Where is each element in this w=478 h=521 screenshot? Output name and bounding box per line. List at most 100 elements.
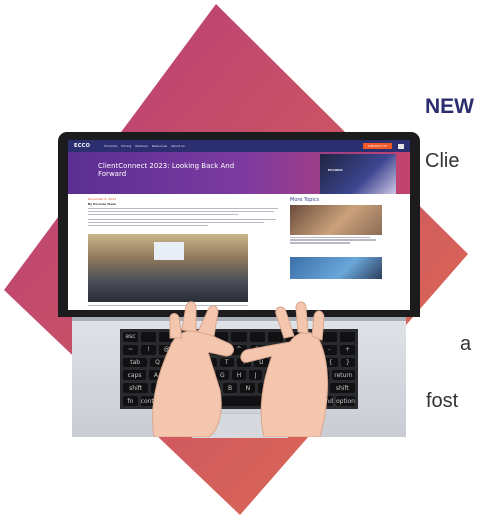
key[interactable] <box>249 332 265 342</box>
key[interactable]: & <box>249 344 265 355</box>
key[interactable]: Q <box>150 357 165 368</box>
key[interactable]: fn <box>123 396 138 406</box>
key[interactable] <box>267 332 283 342</box>
key[interactable]: J <box>248 370 263 381</box>
key[interactable]: G <box>215 370 230 381</box>
key[interactable]: return <box>331 370 355 381</box>
key[interactable]: } <box>340 357 356 368</box>
key[interactable]: M <box>258 383 274 394</box>
key[interactable]: Z <box>151 383 167 394</box>
trackpad[interactable] <box>192 413 288 438</box>
key[interactable] <box>339 332 356 342</box>
key[interactable]: shift <box>123 383 149 394</box>
key[interactable]: L <box>282 370 296 381</box>
key[interactable]: W <box>167 357 182 368</box>
laptop: ECCO Products Pricing Partners Resources… <box>58 132 420 438</box>
key[interactable]: I <box>271 357 286 368</box>
sidebar-card-image[interactable] <box>290 256 382 279</box>
key[interactable]: command <box>303 396 334 406</box>
key[interactable]: F <box>198 370 213 381</box>
sidebar-card-image[interactable] <box>290 205 382 235</box>
keyboard: esc ~ ! @ # $ % ^ & * () - + tab Q W E … <box>120 329 358 409</box>
key[interactable]: < <box>276 383 291 394</box>
key[interactable] <box>321 332 337 342</box>
key[interactable]: V <box>204 383 220 394</box>
contact-us-button[interactable]: CONTACT US <box>362 143 392 149</box>
key[interactable]: H <box>232 370 246 381</box>
nav-link-partners[interactable]: Partners <box>135 144 147 148</box>
key[interactable]: > <box>294 383 309 394</box>
key[interactable]: C <box>186 383 202 394</box>
key[interactable]: control <box>140 396 162 406</box>
key[interactable]: S <box>165 370 180 381</box>
key[interactable]: : <box>298 370 313 381</box>
key[interactable]: # <box>177 344 193 355</box>
key[interactable]: $ <box>195 344 211 355</box>
site-logo[interactable]: ECCO <box>74 143 90 149</box>
key[interactable]: + <box>339 344 356 355</box>
key[interactable]: E <box>184 357 200 368</box>
key[interactable]: ~ <box>123 344 139 355</box>
key[interactable]: D <box>182 370 196 381</box>
key[interactable]: ^ <box>231 344 247 355</box>
spacebar-key[interactable] <box>219 396 301 406</box>
nav-link-products[interactable]: Products <box>104 144 117 148</box>
keyboard-row: caps A S D F G H J K L : " return <box>123 370 355 381</box>
article-title: ClientConnect 2023: Looking Back And For… <box>98 162 235 178</box>
conference-photo <box>88 234 248 302</box>
key[interactable]: @ <box>159 344 175 355</box>
nav-link-about[interactable]: About Us <box>171 144 185 148</box>
key[interactable]: ? <box>311 383 327 394</box>
key[interactable] <box>231 332 247 342</box>
key[interactable]: X <box>169 383 184 394</box>
key[interactable]: tab <box>123 357 148 368</box>
key[interactable]: { <box>323 357 338 368</box>
article-content: November 6, 2023 By Eccovia Team More To… <box>68 194 410 310</box>
laptop-base: esc ~ ! @ # $ % ^ & * () - + tab Q W E … <box>72 321 406 438</box>
nav-link-resources[interactable]: Resources <box>152 144 167 148</box>
key[interactable]: Y <box>236 357 252 368</box>
key[interactable]: option <box>336 396 355 406</box>
key[interactable] <box>285 332 301 342</box>
key[interactable] <box>159 332 175 342</box>
key[interactable]: " <box>315 370 329 381</box>
key[interactable]: ( <box>285 344 301 355</box>
text-line <box>290 236 370 238</box>
key[interactable]: O <box>288 357 304 368</box>
text-line <box>88 218 276 221</box>
key[interactable]: esc <box>123 332 139 342</box>
key[interactable]: ) <box>303 344 319 355</box>
key[interactable]: caps <box>123 370 147 381</box>
key[interactable] <box>141 332 157 342</box>
key[interactable] <box>177 332 193 342</box>
key[interactable]: shift <box>329 383 355 394</box>
body-text-fragment: fost <box>426 390 459 412</box>
body-text-fragment: a <box>460 333 472 355</box>
nav-link-pricing[interactable]: Pricing <box>121 144 131 148</box>
key[interactable]: command <box>186 396 217 406</box>
article-body: November 6, 2023 By Eccovia Team <box>88 197 320 227</box>
key[interactable]: % <box>213 344 229 355</box>
key[interactable]: - <box>321 344 337 355</box>
key[interactable]: option <box>164 396 184 406</box>
key[interactable]: R <box>202 357 217 368</box>
key[interactable] <box>303 332 319 342</box>
hero-photo-logo: ECCOVIA <box>328 168 343 172</box>
search-icon[interactable] <box>398 143 404 149</box>
key[interactable]: U <box>254 357 269 368</box>
key[interactable]: A <box>149 370 163 381</box>
laptop-screen-bezel: ECCO Products Pricing Partners Resources… <box>58 132 420 317</box>
key[interactable]: N <box>240 383 256 394</box>
key[interactable]: * <box>267 344 283 355</box>
text-line <box>88 213 238 215</box>
key[interactable]: ! <box>141 344 157 355</box>
photo-caption <box>88 305 248 307</box>
key[interactable]: B <box>222 383 238 394</box>
key[interactable] <box>213 332 229 342</box>
key[interactable]: K <box>265 370 280 381</box>
key[interactable]: T <box>219 357 234 368</box>
key[interactable] <box>195 332 211 342</box>
laptop-screen: ECCO Products Pricing Partners Resources… <box>68 140 410 310</box>
key[interactable]: P <box>306 357 321 368</box>
keyboard-row: esc <box>123 332 356 342</box>
